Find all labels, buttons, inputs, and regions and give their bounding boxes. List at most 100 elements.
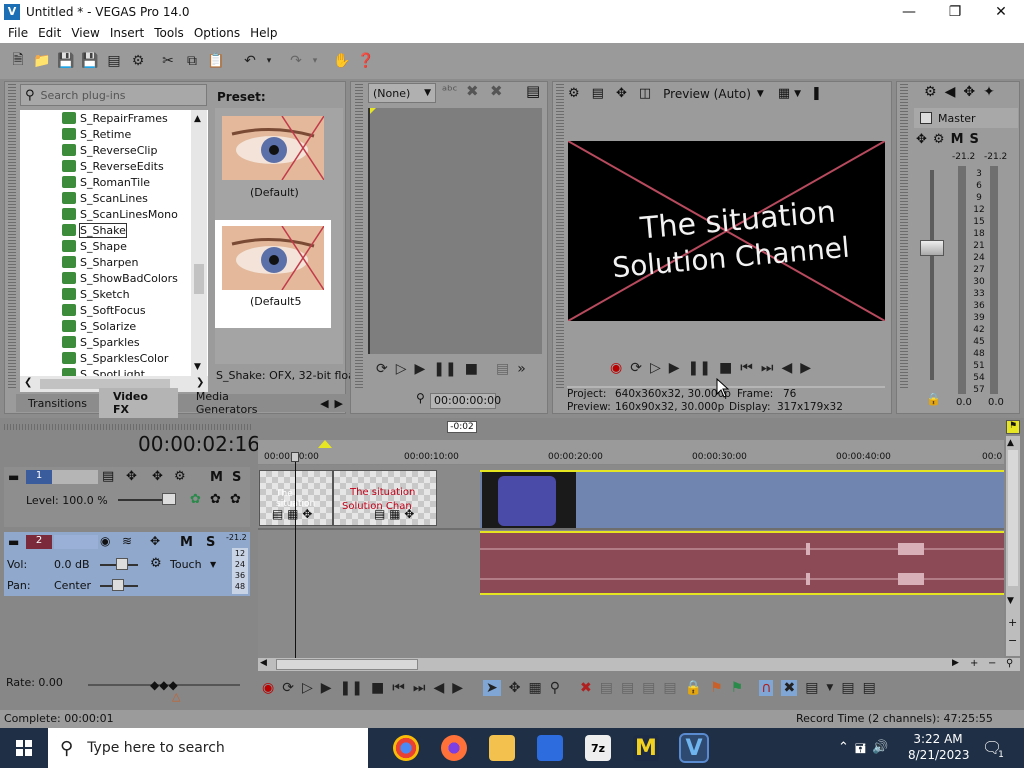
track-invert-phase-icon[interactable]: ≋ xyxy=(122,534,132,548)
chrome-icon[interactable] xyxy=(393,735,419,761)
tab-video-fx[interactable]: Video FX xyxy=(98,388,178,418)
track-fx-icon[interactable]: ✥ xyxy=(126,469,137,484)
track1-name-field[interactable] xyxy=(52,470,98,484)
track1-solo-button[interactable]: S xyxy=(232,470,241,485)
track-compositing-icon[interactable]: ✥ xyxy=(152,469,163,484)
add-to-timeline-icon[interactable]: ▤ xyxy=(496,361,509,377)
video-clip[interactable] xyxy=(480,470,1004,528)
play-icon[interactable]: ▶ xyxy=(321,680,332,696)
plugin-list[interactable]: S_RepairFrames S_Retime S_ReverseClip S_Rev… xyxy=(20,110,208,376)
track2-solo-button[interactable]: S xyxy=(206,535,215,550)
zoom-in-horizontal-icon[interactable]: + xyxy=(970,658,978,669)
loop-icon[interactable]: ⟳ xyxy=(376,361,388,377)
automation-mode[interactable]: Touch xyxy=(170,558,202,571)
7zip-icon[interactable]: 7z xyxy=(585,735,611,761)
render-icon[interactable]: ▤ xyxy=(104,51,124,71)
firefox-icon[interactable] xyxy=(441,735,467,761)
chevron-down-icon[interactable]: ▼ xyxy=(757,89,764,99)
tab-prev-icon[interactable]: ◀ xyxy=(317,397,331,410)
clip-fx-icons[interactable]: ▤ ▦ ✥ xyxy=(374,507,414,521)
plugin-list-item[interactable]: S_ReverseEdits xyxy=(20,158,208,174)
arm-record-icon[interactable]: ◉ xyxy=(100,534,110,548)
go-to-end-icon[interactable]: ⏭ xyxy=(413,680,426,696)
solo-button[interactable]: S xyxy=(970,132,979,147)
prev-frame-icon[interactable]: ◀ xyxy=(781,360,792,376)
automation-gear-icon[interactable]: ⚙ xyxy=(150,556,162,571)
plugin-list-item[interactable]: S_ReverseClip xyxy=(20,142,208,158)
overlays-icon[interactable]: ◫ xyxy=(639,86,651,101)
vegas-movie-studio-icon[interactable]: M xyxy=(633,735,659,761)
plugin-list-item[interactable]: S_Retime xyxy=(20,126,208,142)
plugin-list-item[interactable]: S_SpotLight xyxy=(20,366,208,376)
next-frame-icon[interactable]: ▶ xyxy=(800,360,811,376)
video-output-settings-gear-icon[interactable]: ⚙ xyxy=(568,86,580,101)
cut-icon[interactable]: ✂ xyxy=(158,51,178,71)
play-from-start-icon[interactable]: ▷ xyxy=(302,680,313,696)
compositing-mode-icon[interactable]: ✿ xyxy=(190,492,201,507)
lock-icon[interactable]: 🔒 xyxy=(926,392,941,406)
go-to-start-icon[interactable]: ⏮ xyxy=(392,680,405,696)
trim-start-icon[interactable]: ▤ xyxy=(621,680,634,696)
plugin-list-item[interactable]: S_ShowBadColors xyxy=(20,270,208,286)
track2-mute-button[interactable]: M xyxy=(180,535,193,550)
menu-insert[interactable]: Insert xyxy=(110,26,144,40)
mixer-gear-icon[interactable]: ⚙ xyxy=(924,84,937,100)
pan-handle[interactable] xyxy=(112,579,124,591)
split-screen-icon[interactable]: ✥ xyxy=(616,86,627,101)
external-monitor-icon[interactable]: ▤ xyxy=(592,86,604,101)
record-icon[interactable]: ◉ xyxy=(610,360,622,376)
plugin-list-item[interactable]: S_RomanTile xyxy=(20,174,208,190)
tab-next-icon[interactable]: ▶ xyxy=(332,397,346,410)
scroll-left-icon[interactable]: ❮ xyxy=(24,377,32,388)
preset-thumbnail-default[interactable] xyxy=(222,115,325,181)
pause-icon[interactable]: ❚❚ xyxy=(340,680,363,696)
child-composite-icon[interactable]: ✿ xyxy=(230,492,241,507)
delete-x-icon[interactable]: ✖ xyxy=(466,82,479,100)
master-fx-gear-icon[interactable]: ⚙ xyxy=(933,132,945,147)
track1-mute-button[interactable]: M xyxy=(210,470,223,485)
title-clip-2[interactable]: The situation Solution Chan ▤ ▦ ✥ xyxy=(333,470,437,526)
trimmer-mode-icon[interactable]: ▤ xyxy=(526,82,540,100)
scroll-down-icon[interactable]: ▼ xyxy=(194,362,201,372)
track1-level-handle[interactable] xyxy=(162,493,176,505)
title-clip-1[interactable]: The situation ▤ ▦ ✥ xyxy=(259,470,333,526)
go-to-start-icon[interactable]: ⏮ xyxy=(740,360,753,376)
track-gear-icon[interactable]: ⚙ xyxy=(174,469,186,484)
chevron-down-icon[interactable]: ▼ xyxy=(210,560,216,569)
loop-icon[interactable]: ⟳ xyxy=(282,680,294,696)
plugin-list-scrollbar[interactable]: ▲ ▼ xyxy=(191,110,207,376)
preview-quality-dropdown[interactable]: Preview (Auto) xyxy=(663,87,751,101)
insert-region-icon[interactable]: ⚑ xyxy=(731,680,744,696)
master-fx-icon[interactable]: ✥ xyxy=(916,132,927,147)
play-icon[interactable]: ▶ xyxy=(669,360,680,376)
master-fader-track[interactable] xyxy=(930,170,934,380)
delete-icon[interactable]: ✖ xyxy=(580,680,592,696)
loop-icon[interactable]: ⟳ xyxy=(630,360,642,376)
panel-grip[interactable] xyxy=(900,84,908,388)
paste-icon[interactable]: 📋 xyxy=(206,51,226,71)
play-icon[interactable]: ▶ xyxy=(415,361,426,377)
menu-edit[interactable]: Edit xyxy=(38,26,61,40)
save-as-icon[interactable]: 💾 xyxy=(80,51,100,71)
timeline-vscrollbar[interactable]: ▲ ▼ + − xyxy=(1006,436,1020,656)
trimmer-source-dropdown[interactable]: (None) ▼ xyxy=(368,83,436,103)
file-explorer-icon[interactable] xyxy=(489,735,515,761)
auto-crossfade-icon[interactable]: ✖ xyxy=(781,680,798,696)
taskbar-clock[interactable]: 3:22 AM 8/21/2023 xyxy=(908,731,970,763)
plugin-list-item[interactable]: S_SparklesColor xyxy=(20,350,208,366)
pause-icon[interactable]: ❚❚ xyxy=(688,360,711,376)
plugin-search-box[interactable]: ⚲ Search plug-ins xyxy=(20,84,207,106)
envelope-tool-icon[interactable]: ✥ xyxy=(509,680,521,696)
scroll-thumb[interactable] xyxy=(194,264,204,294)
playhead-cursor[interactable] xyxy=(295,458,296,658)
stop-icon[interactable]: ■ xyxy=(371,680,384,696)
preset-name-default[interactable]: (Default) xyxy=(250,186,299,199)
preset-selected-card[interactable]: (Default5 xyxy=(215,220,331,328)
zoom-out-vertical-icon[interactable]: − xyxy=(1008,634,1017,647)
hscroll-thumb[interactable] xyxy=(276,659,418,670)
ripple-edit-icon[interactable]: ▤ xyxy=(805,680,818,696)
lock-icon[interactable]: 🔒 xyxy=(685,680,702,696)
chevron-down-icon[interactable]: ▼ xyxy=(826,683,833,693)
timeline-ruler[interactable]: 00:00:00:00 00:00:10:00 00:00:20:00 00:0… xyxy=(258,440,1004,464)
loop-region-marker-icon[interactable] xyxy=(318,440,332,448)
